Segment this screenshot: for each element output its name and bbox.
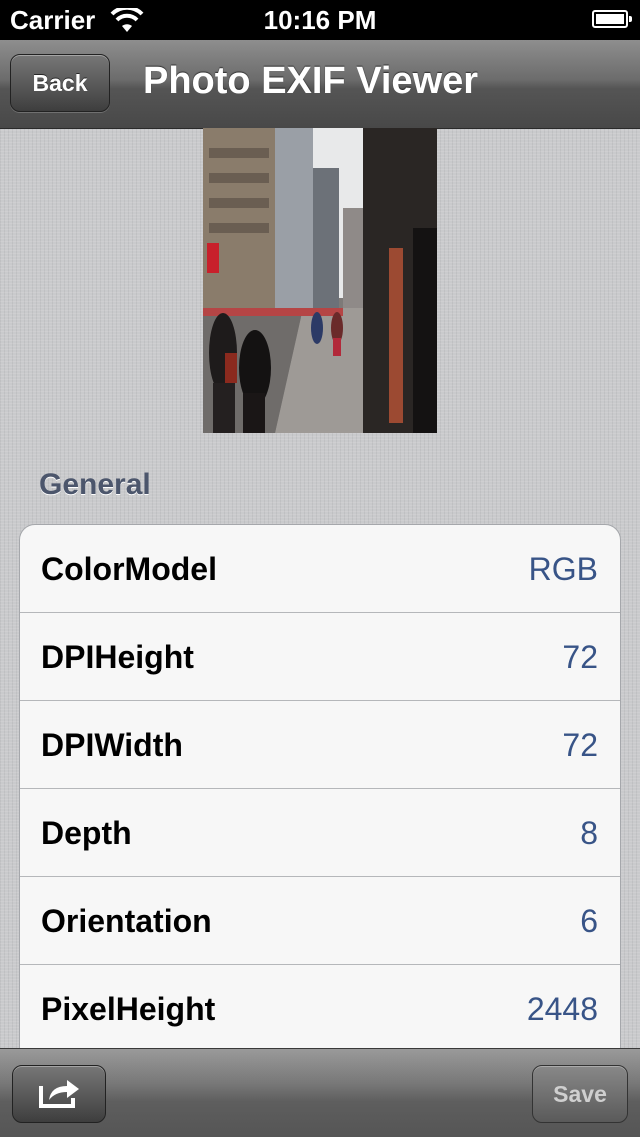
navigation-bar: Back Photo EXIF Viewer [0,40,640,129]
table-row[interactable]: DPIHeight 72 [20,613,620,701]
share-button[interactable] [12,1065,106,1123]
row-key: DPIWidth [41,727,183,763]
share-icon [37,1074,81,1115]
table-row[interactable]: ColorModel RGB [20,525,620,613]
row-key: PixelHeight [41,991,216,1027]
row-value: 72 [562,727,598,763]
row-key: Depth [41,815,132,851]
row-value: 2448 [526,991,598,1027]
page-title: Photo EXIF Viewer [143,60,479,102]
row-key: Orientation [41,903,212,939]
exif-table: ColorModel RGB DPIHeight 72 DPIWidth 72 … [19,524,621,1064]
table-row[interactable]: Orientation 6 [20,877,620,965]
row-value: RGB [528,551,598,587]
row-key: DPIHeight [41,639,194,675]
bottom-toolbar: Save [0,1048,640,1137]
photo-preview [203,128,437,433]
section-header-general: General [39,468,151,501]
table-row[interactable]: DPIWidth 72 [20,701,620,789]
table-row[interactable]: PixelHeight 2448 [20,965,620,1053]
table-row[interactable]: Depth 8 [20,789,620,877]
row-value: 8 [580,815,598,851]
back-button[interactable]: Back [10,54,110,112]
row-key: ColorModel [41,551,217,587]
status-bar: Carrier 10:16 PM [0,0,640,40]
save-button[interactable]: Save [532,1065,628,1123]
row-value: 6 [580,903,598,939]
battery-icon [592,10,632,28]
row-value: 72 [562,639,598,675]
status-time: 10:16 PM [263,5,377,35]
